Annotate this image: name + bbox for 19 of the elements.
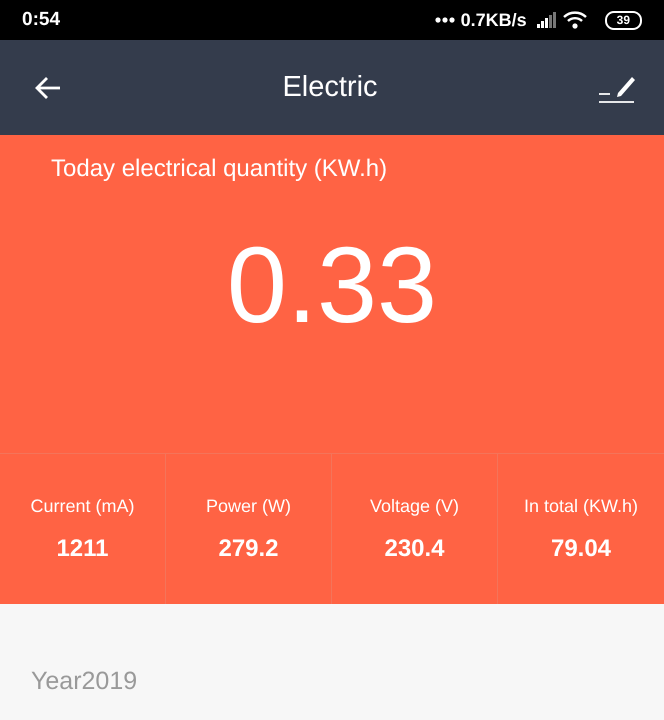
wifi-icon bbox=[562, 11, 587, 29]
stat-label: Current (mA) bbox=[30, 496, 134, 516]
stat-value: 79.04 bbox=[550, 534, 612, 562]
status-time: 0:54 bbox=[22, 9, 60, 31]
today-label: Today electrical quantity (KW.h) bbox=[51, 155, 388, 183]
year-label: Year2019 bbox=[31, 667, 138, 695]
page-title: Electric bbox=[282, 71, 378, 104]
stat-label: Voltage (V) bbox=[370, 496, 460, 516]
today-value: 0.33 bbox=[226, 231, 438, 339]
stat-value: 1211 bbox=[56, 534, 109, 562]
stat-value: 230.4 bbox=[384, 534, 445, 562]
stat-label: Power (W) bbox=[206, 496, 291, 516]
signal-icon bbox=[536, 12, 557, 28]
stat-label: In total (KW.h) bbox=[524, 496, 638, 516]
dots-icon bbox=[434, 17, 455, 23]
battery-indicator: 39 bbox=[604, 10, 642, 30]
network-speed: 0.7KB/s bbox=[460, 10, 527, 30]
back-arrow-icon[interactable] bbox=[34, 76, 62, 100]
stat-value: 279.2 bbox=[218, 534, 279, 562]
